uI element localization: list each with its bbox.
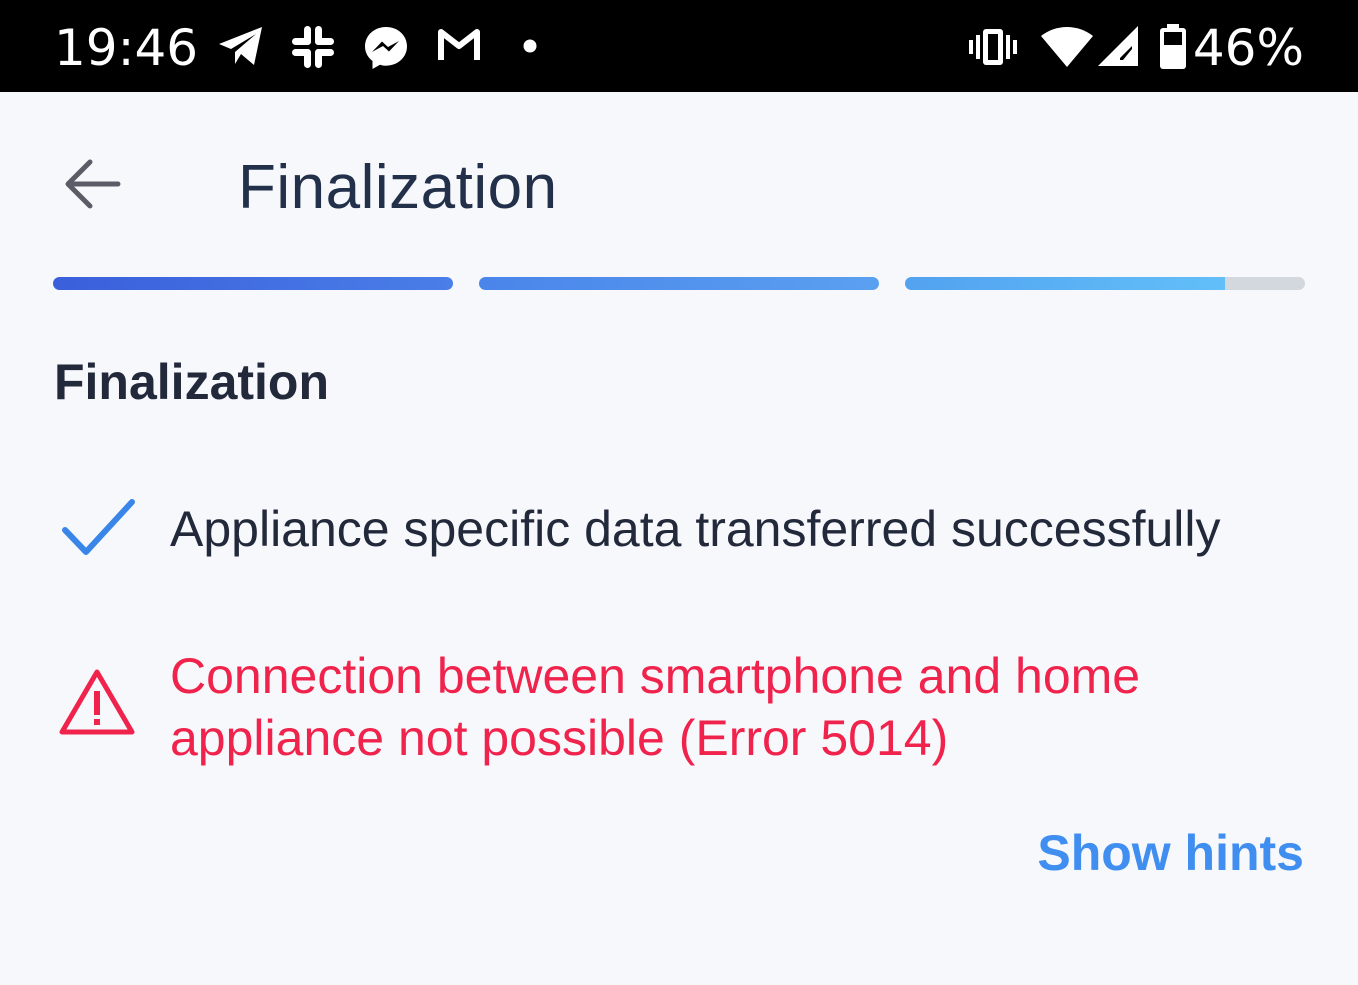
progress-step-3 (905, 277, 1305, 290)
success-message: Appliance specific data transferred succ… (170, 501, 1221, 557)
back-button[interactable] (56, 150, 128, 222)
battery-icon (1158, 24, 1188, 75)
arrow-left-icon (62, 158, 122, 215)
progress-step-2 (479, 277, 879, 290)
messenger-icon (362, 24, 410, 77)
wifi-icon (1040, 26, 1094, 73)
more-notifications-dot-icon (522, 38, 538, 59)
success-row: Appliance specific data transferred succ… (54, 492, 1324, 572)
error-message: Connection between smartphone and home a… (170, 648, 1141, 766)
checkmark-icon (60, 496, 136, 563)
error-row: Connection between smartphone and home a… (54, 645, 1324, 775)
gmail-icon (436, 24, 482, 69)
progress-step-3-fill (905, 277, 1225, 290)
battery-percentage: 46% (1192, 19, 1304, 77)
app-bar: Finalization (0, 92, 1358, 272)
status-time: 19:46 (54, 19, 199, 77)
warning-icon (58, 667, 136, 742)
progress-step-1 (53, 277, 453, 290)
vibrate-icon (968, 28, 1018, 71)
page-title: Finalization (238, 153, 558, 222)
show-hints-button[interactable]: Show hints (1037, 822, 1304, 884)
section-title: Finalization (54, 354, 329, 410)
status-bar: 19:46 46% (0, 0, 1358, 92)
slack-icon (290, 24, 336, 75)
cellular-signal-icon (1096, 24, 1140, 73)
telegram-icon (216, 24, 266, 73)
